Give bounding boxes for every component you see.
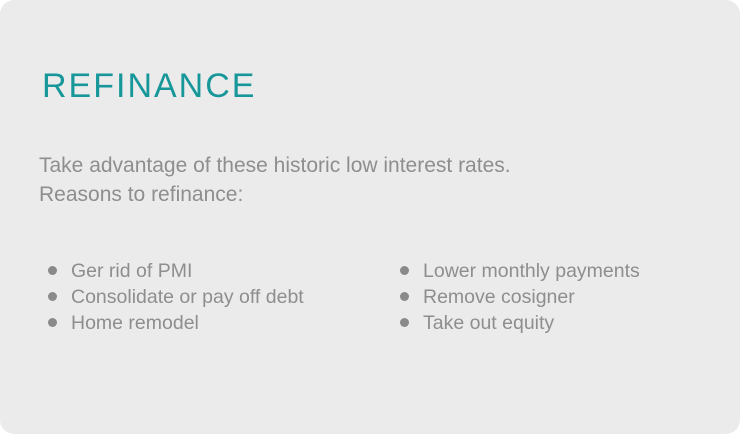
bullet-dot-icon <box>48 266 57 275</box>
intro-line-2: Reasons to refinance: <box>39 183 244 206</box>
list-item-label: Home remodel <box>71 312 199 334</box>
list-item-label: Remove cosigner <box>423 286 575 308</box>
page-title: REFINANCE <box>42 67 257 105</box>
list-item-label: Ger rid of PMI <box>71 260 193 282</box>
list-item-label: Lower monthly payments <box>423 260 640 282</box>
list-item-label: Take out equity <box>423 312 555 334</box>
list-item: Remove cosigner <box>400 284 640 310</box>
list-item: Ger rid of PMI <box>48 258 304 284</box>
bullet-dot-icon <box>400 266 409 275</box>
intro-text: Take advantage of these historic low int… <box>39 151 511 209</box>
list-item-label: Consolidate or pay off debt <box>71 286 304 308</box>
list-item: Home remodel <box>48 310 304 336</box>
list-item: Take out equity <box>400 310 640 336</box>
bullet-dot-icon <box>400 292 409 301</box>
refinance-card: REFINANCE Take advantage of these histor… <box>0 0 740 434</box>
reasons-list-right: Lower monthly payments Remove cosigner T… <box>400 258 640 336</box>
reasons-list-left: Ger rid of PMI Consolidate or pay off de… <box>48 258 304 336</box>
intro-line-1: Take advantage of these historic low int… <box>39 154 511 177</box>
list-item: Consolidate or pay off debt <box>48 284 304 310</box>
bullet-dot-icon <box>400 318 409 327</box>
bullet-dot-icon <box>48 292 57 301</box>
bullet-dot-icon <box>48 318 57 327</box>
list-item: Lower monthly payments <box>400 258 640 284</box>
